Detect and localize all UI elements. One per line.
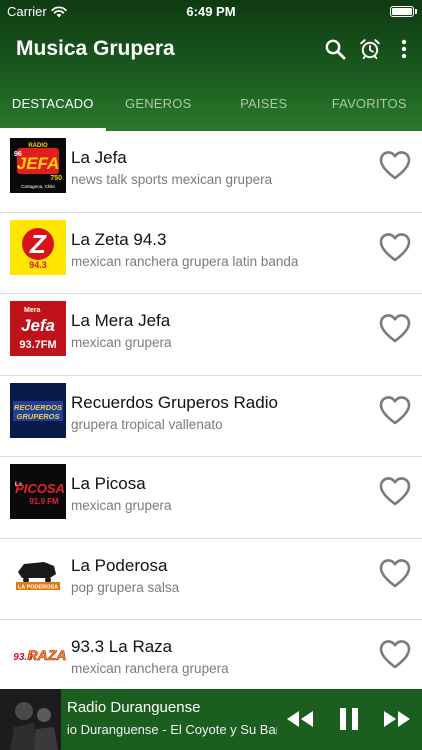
logo-mera-num: 93.7FM bbox=[19, 339, 56, 351]
station-tags: mexican ranchera grupera latin banda bbox=[71, 253, 299, 269]
station-tags: mexican grupera bbox=[71, 335, 172, 350]
pause-button[interactable] bbox=[337, 706, 361, 732]
logo-jefa-num2: 750 bbox=[50, 175, 62, 182]
now-playing-track-container: Radio Duranguense - El Coyote y Su Banda… bbox=[67, 722, 277, 742]
station-row-la-jefa[interactable]: RADIO JEFA 96 750 Cartagena, Chile La Je… bbox=[0, 131, 422, 213]
search-icon bbox=[325, 39, 346, 60]
station-row-la-picosa[interactable]: La PICOSA 91.9 FM La Picosa mexican grup… bbox=[0, 457, 422, 539]
heart-icon[interactable] bbox=[378, 638, 412, 670]
station-logo-la-picosa: La PICOSA 91.9 FM bbox=[10, 464, 66, 519]
heart-icon[interactable] bbox=[378, 475, 412, 507]
station-name: La Picosa bbox=[71, 474, 146, 493]
heart-icon[interactable] bbox=[378, 557, 412, 589]
station-logo-la-poderosa: LA PODEROSA bbox=[10, 545, 66, 601]
station-row-la-raza[interactable]: 93.3 RAZA 93.3 La Raza mexican ranchera … bbox=[0, 620, 422, 689]
toolbar: Musica Grupera bbox=[0, 24, 422, 76]
station-tags: news talk sports mexican grupera bbox=[71, 172, 273, 187]
station-row-la-poderosa[interactable]: LA PODEROSA La Poderosa pop grupera sals… bbox=[0, 539, 422, 620]
station-row-recuerdos-gruperos[interactable]: RECUERDOS GRUPEROS Recuerdos Gruperos Ra… bbox=[0, 376, 422, 457]
status-time: 6:49 PM bbox=[186, 4, 236, 19]
alarm-clock-icon bbox=[360, 39, 380, 60]
tab-favoritos[interactable]: FAVORITOS bbox=[317, 76, 422, 131]
station-name: La Jefa bbox=[71, 148, 127, 167]
logo-jefa-sub: Cartagena, Chile bbox=[21, 184, 55, 189]
logo-recuerdos-line1: RECUERDOS bbox=[14, 403, 62, 412]
heart-icon[interactable] bbox=[378, 312, 412, 344]
alarm-button[interactable] bbox=[357, 36, 383, 62]
station-name: La Poderosa bbox=[71, 555, 168, 575]
app-title: Musica Grupera bbox=[16, 37, 175, 60]
tab-generos[interactable]: GENEROS bbox=[106, 76, 212, 131]
logo-jefa-top: RADIO bbox=[28, 143, 48, 149]
pause-icon bbox=[340, 708, 358, 730]
station-logo-la-zeta: Z 94.3 bbox=[10, 219, 66, 275]
station-logo-la-mera-jefa: Mera Jefa 93.7FM bbox=[10, 301, 66, 356]
tab-paises[interactable]: PAISES bbox=[211, 76, 317, 131]
now-playing-bar[interactable]: Radio Duranguense Radio Duranguense - El… bbox=[0, 689, 422, 750]
logo-poderosa-main: LA PODEROSA bbox=[18, 584, 58, 590]
station-tags: pop grupera salsa bbox=[71, 579, 180, 595]
logo-mera-top: Mera bbox=[24, 307, 40, 314]
logo-picosa-main: PICOSA bbox=[15, 481, 65, 496]
search-button[interactable] bbox=[322, 36, 348, 62]
tab-bar: DESTACADO GENEROS PAISES FAVORITOS bbox=[0, 76, 422, 131]
now-playing-artwork bbox=[0, 689, 61, 750]
station-tags: grupera tropical vallenato bbox=[71, 416, 223, 432]
station-tags: mexican ranchera grupera bbox=[71, 661, 229, 676]
tab-destacado[interactable]: DESTACADO bbox=[0, 76, 106, 131]
station-logo-recuerdos-gruperos: RECUERDOS GRUPEROS bbox=[10, 382, 66, 438]
previous-button[interactable] bbox=[285, 706, 315, 732]
station-name: 93.3 La Raza bbox=[71, 637, 173, 656]
logo-jefa-main: JEFA bbox=[17, 154, 60, 173]
logo-raza-main: RAZA bbox=[28, 647, 66, 663]
heart-icon[interactable] bbox=[378, 231, 412, 263]
station-list: RADIO JEFA 96 750 Cartagena, Chile La Je… bbox=[0, 131, 422, 689]
more-vertical-icon bbox=[401, 39, 407, 59]
status-bar: Carrier 6:49 PM bbox=[0, 0, 422, 24]
station-row-la-mera-jefa[interactable]: Mera Jefa 93.7FM La Mera Jefa mexican gr… bbox=[0, 294, 422, 376]
logo-zeta-num: 94.3 bbox=[29, 260, 47, 270]
now-playing-track: Radio Duranguense - El Coyote y Su Banda… bbox=[67, 722, 277, 737]
logo-zeta-main: Z bbox=[29, 229, 47, 259]
rewind-icon bbox=[287, 711, 313, 727]
app-header: Carrier 6:49 PM Musica Grupera DESTACADO… bbox=[0, 0, 422, 131]
fast-forward-icon bbox=[384, 711, 410, 727]
station-tags: mexican grupera bbox=[71, 498, 172, 513]
station-logo-la-jefa: RADIO JEFA 96 750 Cartagena, Chile bbox=[10, 138, 66, 193]
logo-jefa-num1: 96 bbox=[14, 151, 22, 158]
next-button[interactable] bbox=[382, 706, 412, 732]
logo-recuerdos-line2: GRUPEROS bbox=[17, 412, 60, 421]
station-name: La Mera Jefa bbox=[71, 311, 171, 330]
now-playing-title: Radio Duranguense bbox=[67, 699, 201, 716]
station-row-la-zeta[interactable]: Z 94.3 La Zeta 94.3 mexican ranchera gru… bbox=[0, 213, 422, 294]
station-name: La Zeta 94.3 bbox=[71, 229, 167, 249]
battery-icon bbox=[390, 6, 417, 17]
more-options-button[interactable] bbox=[391, 36, 417, 62]
station-logo-la-raza: 93.3 RAZA bbox=[10, 627, 66, 682]
heart-icon[interactable] bbox=[378, 149, 412, 181]
station-name: Recuerdos Gruperos Radio bbox=[71, 392, 278, 412]
logo-mera-main: Jefa bbox=[21, 316, 55, 335]
logo-picosa-num: 91.9 FM bbox=[29, 497, 59, 506]
heart-icon[interactable] bbox=[378, 394, 412, 426]
